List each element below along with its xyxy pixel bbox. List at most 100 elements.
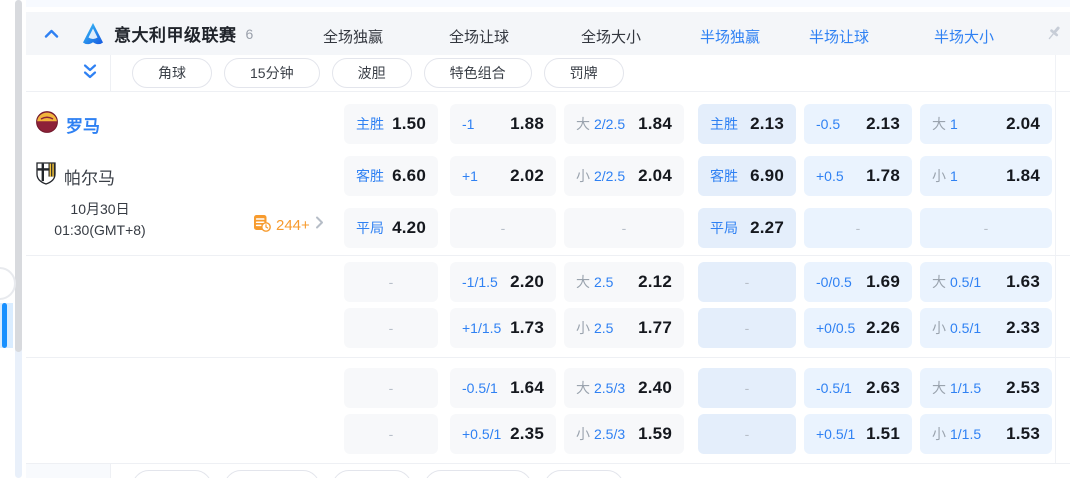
- odds-empty: -: [388, 380, 394, 396]
- odds-value: 2.33: [1006, 318, 1040, 337]
- odds-cell-r3-c1[interactable]: 平局 4.20: [344, 208, 438, 248]
- odds-value: 1.64: [510, 378, 544, 397]
- odds-cell-r5-c1[interactable]: -: [344, 308, 438, 348]
- odds-cell-r2-c6[interactable]: 小 1 1.84: [920, 156, 1052, 196]
- scrollbar-thumb[interactable]: [15, 0, 22, 352]
- odds-value: 2.04: [638, 166, 672, 185]
- odds-label: 1: [950, 168, 958, 184]
- odds-cell-r6-c2[interactable]: -0.5/1 1.64: [450, 368, 556, 408]
- odds-cell-r4-c1[interactable]: -: [344, 262, 438, 302]
- away-team-name: 帕尔马: [64, 168, 115, 188]
- odds-prefix: 小: [932, 320, 946, 336]
- odds-cell-r6-c4[interactable]: -: [698, 368, 796, 408]
- odds-cell-r3-c6[interactable]: -: [920, 208, 1052, 248]
- odds-cell-r1-c1[interactable]: 主胜 1.50: [344, 104, 438, 144]
- odds-label: 0.5/1: [950, 320, 982, 336]
- odds-label: +0/0.5: [816, 320, 856, 336]
- odds-label: +1/1.5: [462, 320, 502, 336]
- odds-cell-r7-c4[interactable]: -: [698, 414, 796, 454]
- odds-value: 1.84: [1006, 166, 1040, 185]
- odds-cell-r3-c3[interactable]: -: [564, 208, 684, 248]
- league-title: 意大利甲级联赛: [114, 26, 237, 45]
- odds-cell-r6-c1[interactable]: -: [344, 368, 438, 408]
- filter-pill-4[interactable]: 特色组合: [423, 58, 532, 88]
- odds-empty: -: [744, 380, 750, 396]
- chevron-right-icon: [315, 216, 324, 234]
- odds-cell-r5-c5[interactable]: +0/0.5 2.26: [804, 308, 912, 348]
- odds-cell-r2-c2[interactable]: +1 2.02: [450, 156, 556, 196]
- odds-empty: -: [621, 220, 627, 236]
- odds-cell-r4-c6[interactable]: 大 0.5/1 1.63: [920, 262, 1052, 302]
- collapse-chevron-icon[interactable]: [40, 23, 62, 45]
- more-markets-link[interactable]: 244+: [253, 214, 324, 237]
- odds-label: 主胜: [356, 116, 384, 132]
- home-team-row[interactable]: 罗马: [36, 110, 100, 136]
- odds-cell-r5-c4[interactable]: -: [698, 308, 796, 348]
- odds-cell-r1-c2[interactable]: -1 1.88: [450, 104, 556, 144]
- filter-pill-5[interactable]: 罚牌: [543, 470, 624, 478]
- odds-cell-r7-c1[interactable]: -: [344, 414, 438, 454]
- odds-cell-r3-c5[interactable]: -: [804, 208, 912, 248]
- odds-cell-r3-c4[interactable]: 平局 2.27: [698, 208, 796, 248]
- odds-cell-r7-c2[interactable]: +0.5/1 2.35: [450, 414, 556, 454]
- odds-cell-r2-c3[interactable]: 小 2/2.5 2.04: [564, 156, 684, 196]
- odds-cell-r6-c6[interactable]: 大 1/1.5 2.53: [920, 368, 1052, 408]
- odds-cell-r2-c5[interactable]: +0.5 1.78: [804, 156, 912, 196]
- odds-label: 主胜: [710, 116, 738, 132]
- odds-cell-r4-c2[interactable]: -1/1.5 2.20: [450, 262, 556, 302]
- expand-double-chevron-icon[interactable]: [80, 61, 100, 81]
- odds-value: 2.26: [866, 318, 900, 337]
- odds-prefix: 小: [932, 168, 946, 184]
- serie-a-logo-icon: [82, 22, 104, 46]
- odds-cell-r6-c3[interactable]: 大 2.5/3 2.40: [564, 368, 684, 408]
- odds-cell-r7-c5[interactable]: +0.5/1 1.51: [804, 414, 912, 454]
- odds-cell-r7-c6[interactable]: 小 1/1.5 1.53: [920, 414, 1052, 454]
- filter-pill-4[interactable]: 特色组合: [423, 470, 532, 478]
- odds-cell-r1-c3[interactable]: 大 2/2.5 1.84: [564, 104, 684, 144]
- filter-pill-2[interactable]: 15分钟: [224, 470, 320, 478]
- filter-pill-3[interactable]: 波胆: [331, 58, 412, 88]
- odds-cell-r5-c3[interactable]: 小 2.5 1.77: [564, 308, 684, 348]
- odds-label: +1: [462, 168, 478, 184]
- odds-cell-r7-c3[interactable]: 小 2.5/3 1.59: [564, 414, 684, 454]
- odds-value: 4.20: [392, 218, 426, 237]
- odds-value: 1.59: [638, 424, 672, 443]
- odds-label: 1/1.5: [950, 426, 982, 442]
- odds-value: 2.13: [750, 114, 784, 133]
- top-strip: [26, 0, 1070, 7]
- odds-value: 1.77: [638, 318, 672, 337]
- next-section-pills: 角球 15分钟 波胆 特色组合 罚牌: [132, 469, 624, 478]
- odds-cell-r4-c4[interactable]: -: [698, 262, 796, 302]
- odds-label: 客胜: [356, 168, 384, 184]
- odds-value: 2.20: [510, 272, 544, 291]
- odds-cell-r1-c5[interactable]: -0.5 2.13: [804, 104, 912, 144]
- pin-icon[interactable]: [1045, 24, 1063, 42]
- filter-pill-1[interactable]: 角球: [132, 470, 212, 478]
- odds-cell-r6-c5[interactable]: -0.5/1 2.63: [804, 368, 912, 408]
- filter-pill-2[interactable]: 15分钟: [224, 58, 320, 88]
- odds-cell-r1-c4[interactable]: 主胜 2.13: [698, 104, 796, 144]
- odds-value: 1.73: [510, 318, 544, 337]
- odds-value: 6.60: [392, 166, 426, 185]
- filter-pill-5[interactable]: 罚牌: [543, 58, 624, 88]
- league-card: 意大利甲级联赛 6 全场独赢 全场让球 全场大小 半场独赢 半场让球 半场大小: [26, 0, 1070, 478]
- odds-empty: -: [388, 320, 394, 336]
- odds-label: 0.5/1: [950, 274, 982, 290]
- odds-cell-r5-c6[interactable]: 小 0.5/1 2.33: [920, 308, 1052, 348]
- odds-label: 2/2.5: [594, 168, 626, 184]
- odds-empty: -: [744, 426, 750, 442]
- odds-cell-r4-c5[interactable]: -0/0.5 1.69: [804, 262, 912, 302]
- odds-cell-r4-c3[interactable]: 大 2.5 2.12: [564, 262, 684, 302]
- filter-pill-3[interactable]: 波胆: [331, 470, 412, 478]
- odds-cell-r5-c2[interactable]: +1/1.5 1.73: [450, 308, 556, 348]
- odds-cell-r1-c6[interactable]: 大 1 2.04: [920, 104, 1052, 144]
- odds-cell-r3-c2[interactable]: -: [450, 208, 556, 248]
- floating-button[interactable]: [0, 267, 16, 300]
- markets-doc-icon: [253, 214, 271, 237]
- separator: [26, 255, 1070, 256]
- odds-cell-r2-c1[interactable]: 客胜 6.60: [344, 156, 438, 196]
- odds-cell-r2-c4[interactable]: 客胜 6.90: [698, 156, 796, 196]
- odds-empty: -: [983, 220, 989, 236]
- away-team-row[interactable]: 帕尔马: [36, 162, 115, 188]
- filter-pill-1[interactable]: 角球: [132, 58, 212, 88]
